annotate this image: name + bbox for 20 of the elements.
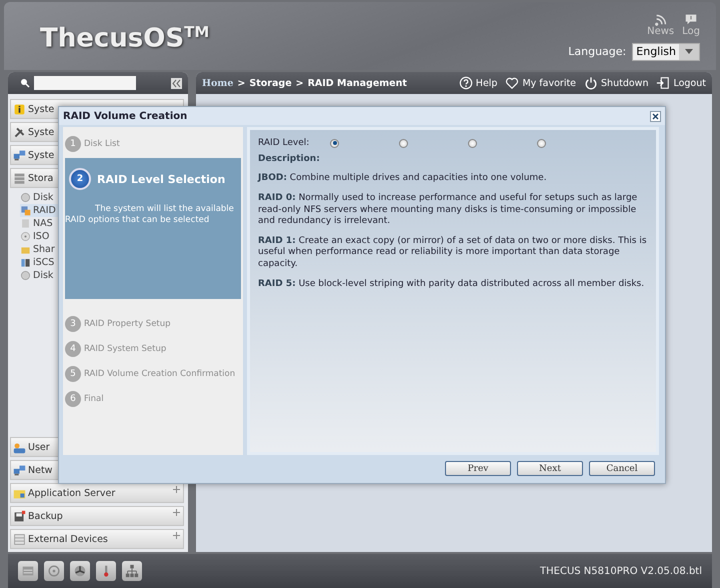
breadcrumb-separator: > [296,78,304,88]
step-number: 4 [65,340,81,356]
step-number: 2 [69,168,91,190]
step-number: 1 [65,136,81,152]
raid-level-label: RAID Level: [258,138,310,148]
step-number: 5 [65,366,81,382]
description-heading: Description: [258,154,321,164]
raid-description: JBOD: Combine multiple drives and capacities into one volume. [258,173,548,184]
language-label: Language: [568,45,626,58]
dialog-title: RAID Volume Creation [63,110,188,122]
step-description: The system will list the available RAID options that can be selected [65,204,235,226]
raid-description: RAID 1: Create an exact copy (or mirror) of a set of data on two or more disks. This is useful when performance read or reliability is more important than data storage capacity. [258,236,648,270]
step-number: 3 [65,316,81,332]
breadcrumb-separator: > [237,78,246,88]
version-label: THECUS N5810PRO V2.05.08.btl [539,566,702,576]
raid-description: RAID 0: Normally used to increase performance and useful for setups such as large read-only NFS servers where mounting many disks is time-consuming or impossible and redundancy is irrelevant. [258,193,638,227]
logo: ThecusOS$^{TM}$ [40,22,210,54]
step-number: 6 [65,390,81,406]
step-title: RAID Level Selection [97,172,226,186]
raid-description: RAID 5: Use block-level striping with parity data distributed across all member disks. [258,278,646,290]
